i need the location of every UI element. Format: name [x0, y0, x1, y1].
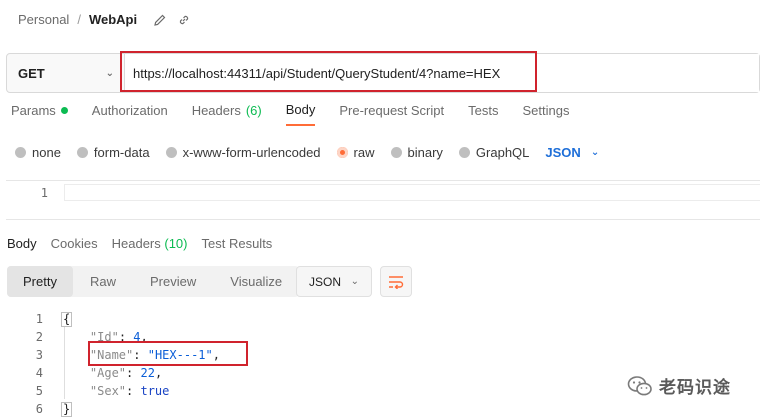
- watermark: 老码识途: [627, 373, 731, 398]
- link-icon[interactable]: [177, 13, 191, 27]
- code-line: 1 {: [0, 310, 760, 328]
- tab-authorization[interactable]: Authorization: [92, 102, 168, 126]
- json-value: true: [140, 384, 170, 398]
- radio-icon: [76, 147, 88, 158]
- body-format-label: JSON: [545, 145, 581, 160]
- body-type-form-data[interactable]: form-data: [76, 145, 150, 160]
- tab-pre-request-script[interactable]: Pre-request Script: [339, 102, 444, 126]
- tab-headers[interactable]: Headers (6): [192, 102, 262, 126]
- json-value: 22: [140, 366, 155, 380]
- tab-label: Params: [11, 103, 56, 118]
- code-line: 6 }: [0, 400, 760, 418]
- tab-label: Headers: [111, 236, 161, 251]
- watermark-text: 老码识途: [659, 378, 731, 397]
- line-number: 1: [40, 186, 48, 200]
- chevron-down-icon: ⌄: [590, 147, 600, 158]
- radio-selected-icon: [336, 147, 348, 158]
- wrap-lines-icon: [389, 275, 404, 289]
- line-number: 3: [35, 348, 43, 362]
- json-key: "Age": [89, 366, 127, 380]
- json-key: "Sex": [89, 384, 127, 398]
- tab-label: Authorization: [91, 103, 168, 118]
- request-body-editor[interactable]: 1: [6, 180, 760, 220]
- response-tab-body[interactable]: Body: [7, 236, 37, 251]
- body-type-none[interactable]: none: [15, 145, 61, 160]
- tab-label: Tests: [468, 103, 499, 118]
- tab-settings[interactable]: Settings: [522, 102, 569, 126]
- breadcrumb-separator: /: [77, 12, 81, 27]
- tab-label: Headers: [191, 103, 241, 118]
- method-select[interactable]: GET ⌄: [7, 54, 125, 92]
- tab-params[interactable]: Params: [11, 102, 68, 126]
- body-type-label: raw: [353, 145, 375, 160]
- line-number: 2: [35, 330, 43, 344]
- line-number: 1: [35, 312, 43, 326]
- response-tabs: Body Cookies Headers (10) Test Results: [7, 236, 286, 251]
- wrap-lines-button[interactable]: [380, 266, 412, 297]
- request-tabs: Params Authorization Headers (6) Body Pr…: [11, 102, 593, 126]
- body-type-binary[interactable]: binary: [390, 145, 443, 160]
- response-format-label: JSON: [309, 274, 342, 289]
- radio-icon: [390, 147, 402, 158]
- radio-icon: [458, 147, 470, 158]
- body-type-label: GraphQL: [475, 145, 530, 160]
- brace-open: {: [61, 311, 73, 327]
- response-tab-cookies[interactable]: Cookies: [51, 236, 98, 251]
- body-type-graphql[interactable]: GraphQL: [458, 145, 530, 160]
- response-format-select[interactable]: JSON ⌄: [296, 266, 372, 297]
- view-visualize[interactable]: Visualize: [213, 266, 299, 297]
- workspace-link[interactable]: Personal: [18, 12, 69, 27]
- tab-count: (6): [245, 103, 262, 118]
- brace-close: }: [61, 401, 73, 417]
- body-type-label: none: [32, 145, 61, 160]
- body-type-raw[interactable]: raw: [336, 145, 375, 160]
- view-raw[interactable]: Raw: [73, 266, 133, 297]
- editor-line[interactable]: [64, 184, 760, 201]
- body-type-urlencoded[interactable]: x-www-form-urlencoded: [165, 145, 321, 160]
- body-type-label: form-data: [93, 145, 150, 160]
- body-format-select[interactable]: JSON ⌄: [545, 145, 599, 160]
- tab-tests[interactable]: Tests: [468, 102, 498, 126]
- response-tab-test-results[interactable]: Test Results: [202, 236, 273, 251]
- line-number: 5: [35, 384, 43, 398]
- chevron-down-icon: ⌄: [350, 276, 359, 287]
- view-pretty[interactable]: Pretty: [7, 266, 73, 297]
- body-type-label: x-www-form-urlencoded: [182, 145, 321, 160]
- tab-count: (10): [164, 236, 188, 251]
- view-preview[interactable]: Preview: [133, 266, 213, 297]
- radio-icon: [15, 147, 26, 158]
- tab-label: Body: [285, 102, 316, 117]
- url-highlight-box: [120, 51, 537, 92]
- response-tab-headers[interactable]: Headers (10): [112, 236, 188, 251]
- breadcrumb: Personal / WebApi: [18, 12, 191, 27]
- tab-label: Pre-request Script: [339, 103, 445, 118]
- response-view-switch: Pretty Raw Preview Visualize: [7, 266, 300, 297]
- request-name[interactable]: WebApi: [89, 12, 137, 27]
- params-active-dot: [60, 107, 68, 114]
- body-type-options: none form-data x-www-form-urlencoded raw…: [15, 145, 599, 160]
- radio-icon: [165, 147, 177, 158]
- line-number: 6: [35, 402, 43, 416]
- tab-body[interactable]: Body: [285, 102, 316, 126]
- line-number: 4: [35, 366, 43, 380]
- chevron-down-icon: ⌄: [105, 67, 114, 79]
- body-type-label: binary: [407, 145, 443, 160]
- tab-label: Settings: [522, 103, 570, 118]
- wechat-icon: [627, 375, 652, 395]
- method-label: GET: [18, 65, 45, 81]
- name-highlight-box: [88, 341, 248, 366]
- edit-icon[interactable]: [153, 13, 167, 27]
